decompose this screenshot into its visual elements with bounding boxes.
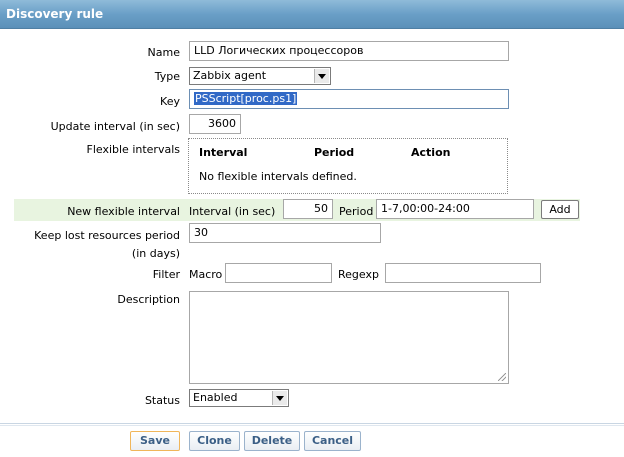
status-label: Status xyxy=(144,394,180,407)
flexible-intervals-table: Interval Period Action No flexible inter… xyxy=(188,138,508,194)
new-period-input[interactable]: 1-7,00:00-24:00 xyxy=(376,199,534,219)
macro-label: Macro xyxy=(189,268,223,281)
no-intervals-text: No flexible intervals defined. xyxy=(199,170,357,183)
resize-grip-icon[interactable] xyxy=(498,373,506,381)
regexp-input[interactable] xyxy=(385,263,541,283)
description-label: Description xyxy=(117,293,180,306)
name-label: Name xyxy=(147,46,180,59)
column-header-period: Period xyxy=(314,146,355,159)
regexp-label: Regexp xyxy=(338,268,379,281)
description-textarea[interactable] xyxy=(189,291,509,384)
type-select-value: Zabbix agent xyxy=(193,69,267,82)
chevron-down-icon[interactable] xyxy=(314,69,329,83)
update-interval-label: Update interval (in sec) xyxy=(50,120,180,133)
chevron-down-icon[interactable] xyxy=(272,391,287,405)
cancel-button[interactable]: Cancel xyxy=(304,431,361,451)
type-label: Type xyxy=(154,70,180,83)
keep-lost-label-days: (in days) xyxy=(131,247,180,260)
status-select[interactable]: Enabled xyxy=(189,389,289,407)
name-input[interactable]: LLD Логических процессоров xyxy=(189,41,509,61)
update-interval-input[interactable]: 3600 xyxy=(189,114,241,134)
interval-in-sec-label: Interval (in sec) xyxy=(189,205,276,218)
period-label: Period xyxy=(339,205,374,218)
column-header-interval: Interval xyxy=(199,146,248,159)
key-label: Key xyxy=(160,95,180,108)
window-title: Discovery rule xyxy=(6,7,104,21)
flexible-intervals-label: Flexible intervals xyxy=(86,143,181,156)
add-interval-button[interactable]: Add xyxy=(541,200,579,219)
delete-button[interactable]: Delete xyxy=(244,431,300,451)
macro-input[interactable] xyxy=(225,263,332,283)
footer-divider xyxy=(0,423,624,424)
clone-button[interactable]: Clone xyxy=(189,431,240,451)
filter-label: Filter xyxy=(152,268,180,281)
key-input-selected-text: PSScript[proc.ps1] xyxy=(194,92,298,105)
window-title-bar: Discovery rule xyxy=(0,0,624,29)
save-button[interactable]: Save xyxy=(130,431,180,451)
column-header-action: Action xyxy=(411,146,451,159)
new-interval-input[interactable]: 50 xyxy=(283,199,333,219)
new-flexible-interval-label: New flexible interval xyxy=(67,205,180,218)
status-select-value: Enabled xyxy=(193,391,238,404)
keep-lost-input[interactable]: 30 xyxy=(189,223,381,243)
footer-divider-secondary xyxy=(0,425,624,426)
key-input[interactable]: PSScript[proc.ps1] xyxy=(189,89,509,109)
keep-lost-label: Keep lost resources period xyxy=(34,229,180,242)
type-select[interactable]: Zabbix agent xyxy=(189,67,331,85)
